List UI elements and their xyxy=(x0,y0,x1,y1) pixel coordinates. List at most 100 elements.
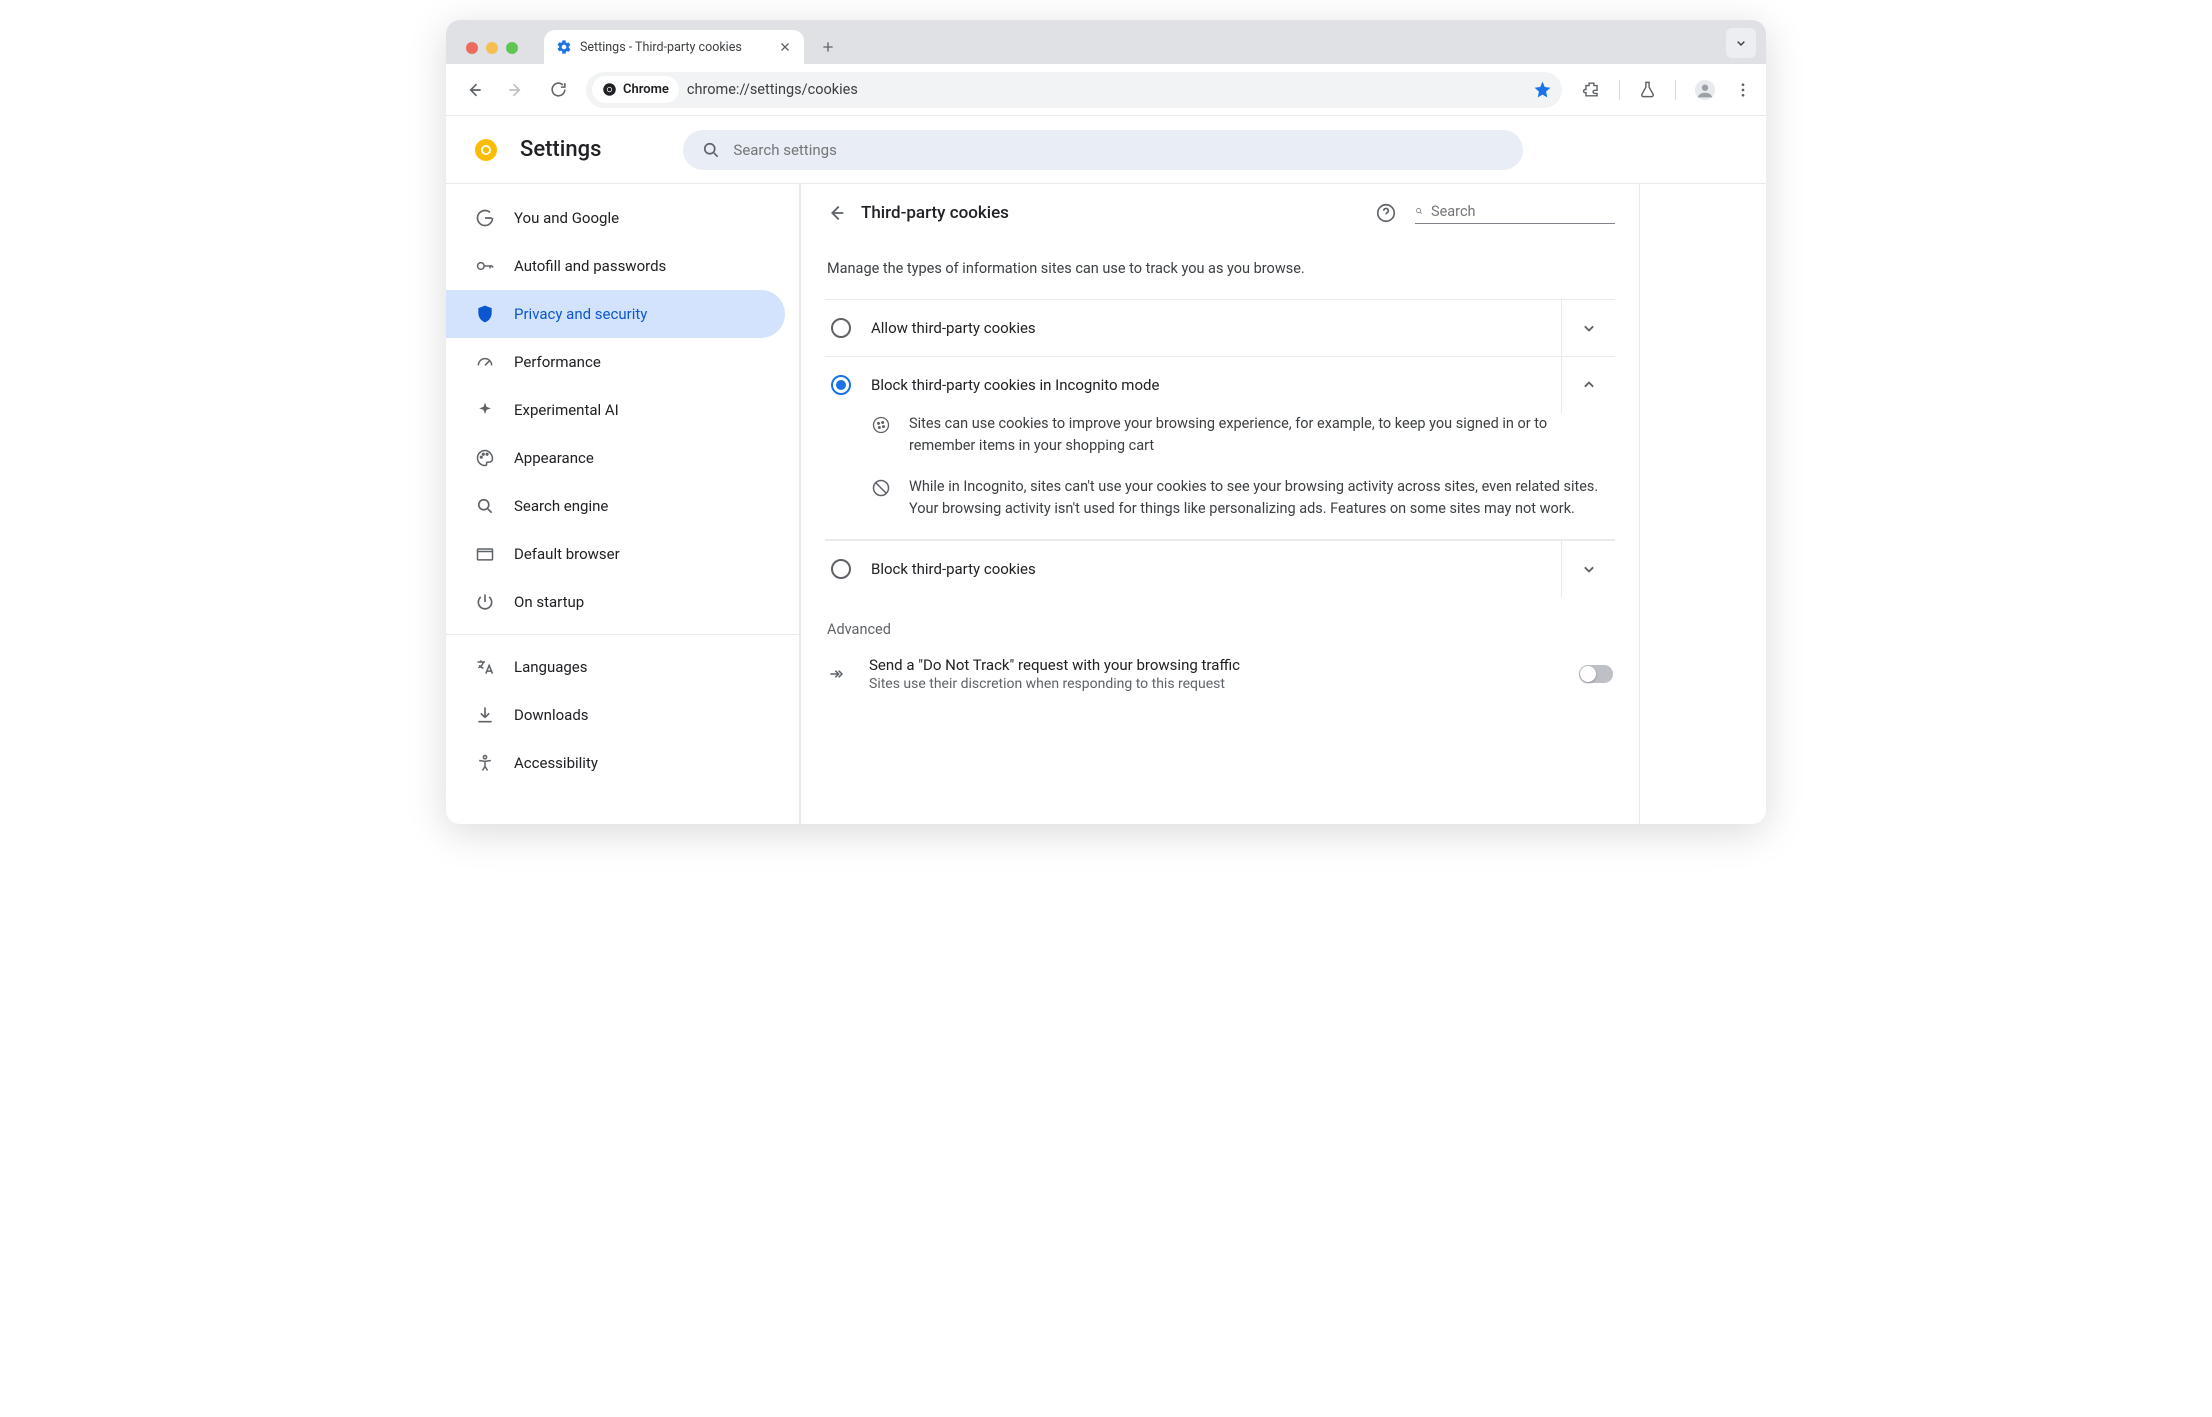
reload-button[interactable] xyxy=(544,76,572,104)
new-tab-button[interactable] xyxy=(814,33,842,61)
bookmark-star-icon[interactable] xyxy=(1533,80,1552,99)
cookie-icon xyxy=(871,413,893,458)
settings-gear-icon xyxy=(556,39,572,55)
radio-unselected-icon xyxy=(831,559,851,579)
palette-icon xyxy=(474,448,496,468)
sidebar-item-label: Autofill and passwords xyxy=(514,257,666,275)
sidebar-item-you-and-google[interactable]: You and Google xyxy=(446,194,785,242)
search-icon xyxy=(474,496,496,516)
chrome-logo-icon xyxy=(474,138,498,162)
tab-close-button[interactable] xyxy=(778,40,792,54)
back-button[interactable] xyxy=(460,76,488,104)
do-not-track-toggle[interactable] xyxy=(1579,665,1613,683)
window-controls xyxy=(456,42,524,64)
address-bar[interactable]: Chrome chrome://settings/cookies xyxy=(586,72,1562,108)
sidebar-item-default-browser[interactable]: Default browser xyxy=(446,530,785,578)
do-not-track-row[interactable]: Send a "Do Not Track" request with your … xyxy=(825,652,1615,696)
setting-subtitle: Sites use their discretion when respondi… xyxy=(869,676,1559,692)
sidebar-item-label: You and Google xyxy=(514,209,619,227)
download-icon xyxy=(474,705,496,725)
browser-toolbar: Chrome chrome://settings/cookies xyxy=(446,64,1766,116)
search-settings-bar[interactable] xyxy=(683,130,1523,170)
sidebar-item-performance[interactable]: Performance xyxy=(446,338,785,386)
sidebar-item-label: Languages xyxy=(514,658,588,676)
forward-button[interactable] xyxy=(502,76,530,104)
tab-title: Settings - Third-party cookies xyxy=(580,40,742,55)
chrome-icon xyxy=(602,82,617,97)
sidebar-item-label: Privacy and security xyxy=(514,305,647,323)
sidebar-item-on-startup[interactable]: On startup xyxy=(446,578,785,626)
cookies-card: Third-party cookies Manage the types of … xyxy=(800,184,1640,824)
option-block-incognito: Block third-party cookies in Incognito m… xyxy=(825,356,1615,413)
sidebar-item-appearance[interactable]: Appearance xyxy=(446,434,785,482)
sidebar-separator xyxy=(446,634,799,635)
expand-button[interactable] xyxy=(1561,541,1615,597)
option-radio-area[interactable]: Block third-party cookies xyxy=(825,541,1561,597)
expand-button[interactable] xyxy=(1561,300,1615,356)
send-icon xyxy=(827,664,849,684)
url-text: chrome://settings/cookies xyxy=(687,81,858,98)
key-icon xyxy=(474,256,496,276)
separator xyxy=(1675,80,1676,100)
sidebar-item-languages[interactable]: Languages xyxy=(446,643,785,691)
option-label: Block third-party cookies in Incognito m… xyxy=(871,376,1159,394)
option-radio-area[interactable]: Block third-party cookies in Incognito m… xyxy=(825,357,1561,413)
section-search-input[interactable] xyxy=(1431,203,1615,220)
separator xyxy=(1619,80,1620,100)
sidebar-item-label: On startup xyxy=(514,593,584,611)
option-details: Sites can use cookies to improve your br… xyxy=(825,413,1615,540)
sidebar-item-autofill[interactable]: Autofill and passwords xyxy=(446,242,785,290)
sidebar-item-label: Performance xyxy=(514,353,601,371)
block-icon xyxy=(871,476,893,521)
accessibility-icon xyxy=(474,753,496,773)
option-allow-third-party-cookies: Allow third-party cookies xyxy=(825,299,1615,356)
site-chip[interactable]: Chrome xyxy=(592,76,679,103)
window-maximize-button[interactable] xyxy=(506,42,518,54)
sidebar-item-accessibility[interactable]: Accessibility xyxy=(446,739,785,787)
power-icon xyxy=(474,592,496,612)
collapse-button[interactable] xyxy=(1561,357,1615,413)
section-search[interactable] xyxy=(1415,202,1615,224)
page-title: Settings xyxy=(520,137,601,162)
tab-strip: Settings - Third-party cookies xyxy=(446,20,1766,64)
sidebar-item-experimental-ai[interactable]: Experimental AI xyxy=(446,386,785,434)
sidebar-item-label: Search engine xyxy=(514,497,608,515)
sidebar-item-label: Downloads xyxy=(514,706,589,724)
sidebar-item-search-engine[interactable]: Search engine xyxy=(446,482,785,530)
sidebar-item-privacy-security[interactable]: Privacy and security xyxy=(446,290,785,338)
chevron-down-icon xyxy=(1579,559,1599,579)
option-label: Allow third-party cookies xyxy=(871,319,1036,337)
extensions-icon[interactable] xyxy=(1582,80,1601,99)
labs-icon[interactable] xyxy=(1638,80,1657,99)
search-icon xyxy=(1415,202,1423,220)
browser-tab[interactable]: Settings - Third-party cookies xyxy=(544,30,804,64)
settings-sidebar: You and Google Autofill and passwords Pr… xyxy=(446,184,800,824)
sidebar-item-downloads[interactable]: Downloads xyxy=(446,691,785,739)
settings-body: You and Google Autofill and passwords Pr… xyxy=(446,184,1766,824)
google-g-icon xyxy=(474,208,496,228)
tabs-overflow-button[interactable] xyxy=(1726,28,1756,58)
toolbar-actions xyxy=(1576,79,1752,101)
menu-kebab-icon[interactable] xyxy=(1734,81,1752,99)
profile-avatar-icon[interactable] xyxy=(1694,79,1716,101)
translate-icon xyxy=(474,657,496,677)
sidebar-item-label: Appearance xyxy=(514,449,594,467)
radio-selected-icon xyxy=(831,375,851,395)
sidebar-item-label: Default browser xyxy=(514,545,620,563)
search-settings-input[interactable] xyxy=(733,141,1505,159)
card-back-button[interactable] xyxy=(825,202,847,224)
window-minimize-button[interactable] xyxy=(486,42,498,54)
card-title: Third-party cookies xyxy=(861,203,1009,223)
option-block-third-party-cookies: Block third-party cookies xyxy=(825,540,1615,597)
detail-text: Sites can use cookies to improve your br… xyxy=(909,413,1615,458)
detail-text: While in Incognito, sites can't use your… xyxy=(909,476,1615,521)
window-close-button[interactable] xyxy=(466,42,478,54)
help-icon[interactable] xyxy=(1375,202,1397,224)
card-header: Third-party cookies xyxy=(825,202,1615,224)
browser-window-icon xyxy=(474,544,496,564)
intro-text: Manage the types of information sites ca… xyxy=(825,260,1615,277)
sparkle-icon xyxy=(474,400,496,420)
speedometer-icon xyxy=(474,352,496,372)
option-radio-area[interactable]: Allow third-party cookies xyxy=(825,300,1561,356)
search-icon xyxy=(701,140,721,160)
